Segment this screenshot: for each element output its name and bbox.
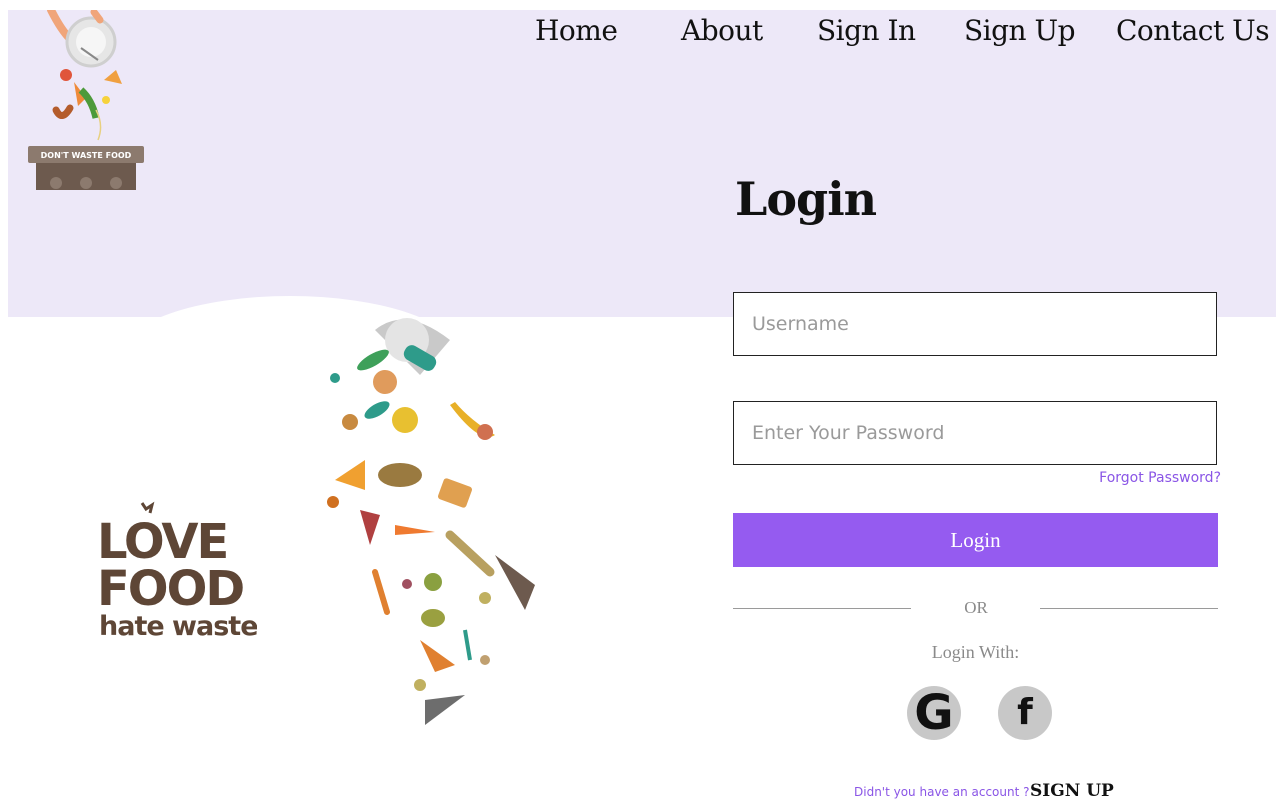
bread-icon xyxy=(495,555,535,610)
login-button[interactable]: Login xyxy=(733,513,1218,567)
nav-about[interactable]: About xyxy=(681,14,763,47)
ice-cream-icon xyxy=(445,530,495,577)
nav-contact-us[interactable]: Contact Us xyxy=(1116,14,1270,47)
apple-icon xyxy=(392,407,418,433)
facebook-login-button[interactable]: f xyxy=(998,686,1052,740)
nav-sign-in[interactable]: Sign In xyxy=(817,14,916,47)
sign-text: DON'T WASTE FOOD xyxy=(41,151,132,160)
fish-bone-icon xyxy=(425,695,465,725)
password-input[interactable] xyxy=(733,401,1217,465)
logo-line-3: hate waste xyxy=(99,611,257,642)
nav-sign-up[interactable]: Sign Up xyxy=(964,14,1076,47)
login-title: Login xyxy=(735,172,877,226)
fried-food-icon xyxy=(378,463,422,487)
tomato-stem-icon xyxy=(140,501,155,514)
google-login-button[interactable]: G xyxy=(907,686,961,740)
plate-illustration-icon: DON'T WASTE FOOD xyxy=(28,6,144,190)
facebook-icon: f xyxy=(1017,692,1033,733)
username-input[interactable] xyxy=(733,292,1217,356)
or-separator: OR xyxy=(964,598,988,617)
header-band xyxy=(8,10,1276,317)
divider-right xyxy=(1040,608,1218,609)
pea-pod-icon xyxy=(357,349,389,371)
food-spill-illustration xyxy=(315,310,545,730)
chicken-leg-icon xyxy=(373,370,397,394)
pear-icon xyxy=(421,609,445,627)
leaf-icon xyxy=(364,401,390,419)
divider-left xyxy=(733,608,911,609)
carrot-icon xyxy=(395,525,435,535)
sign-up-link[interactable]: SIGN UP xyxy=(1030,781,1114,801)
no-account-text: Didn't you have an account ? xyxy=(854,785,1030,799)
nav-home[interactable]: Home xyxy=(535,14,618,47)
waffle-icon xyxy=(437,478,473,508)
pizza-slice-icon xyxy=(335,460,365,490)
google-icon: G xyxy=(914,685,954,741)
logo-line-2: FOOD xyxy=(97,561,243,617)
love-food-hate-waste-logo: LOVE FOOD hate waste xyxy=(97,495,259,645)
cake-slice-icon xyxy=(360,510,380,545)
login-with-label: Login With: xyxy=(931,642,1020,662)
dont-waste-food-logo[interactable]: DON'T WASTE FOOD xyxy=(26,6,146,190)
forgot-password-link[interactable]: Forgot Password? xyxy=(1099,470,1221,486)
